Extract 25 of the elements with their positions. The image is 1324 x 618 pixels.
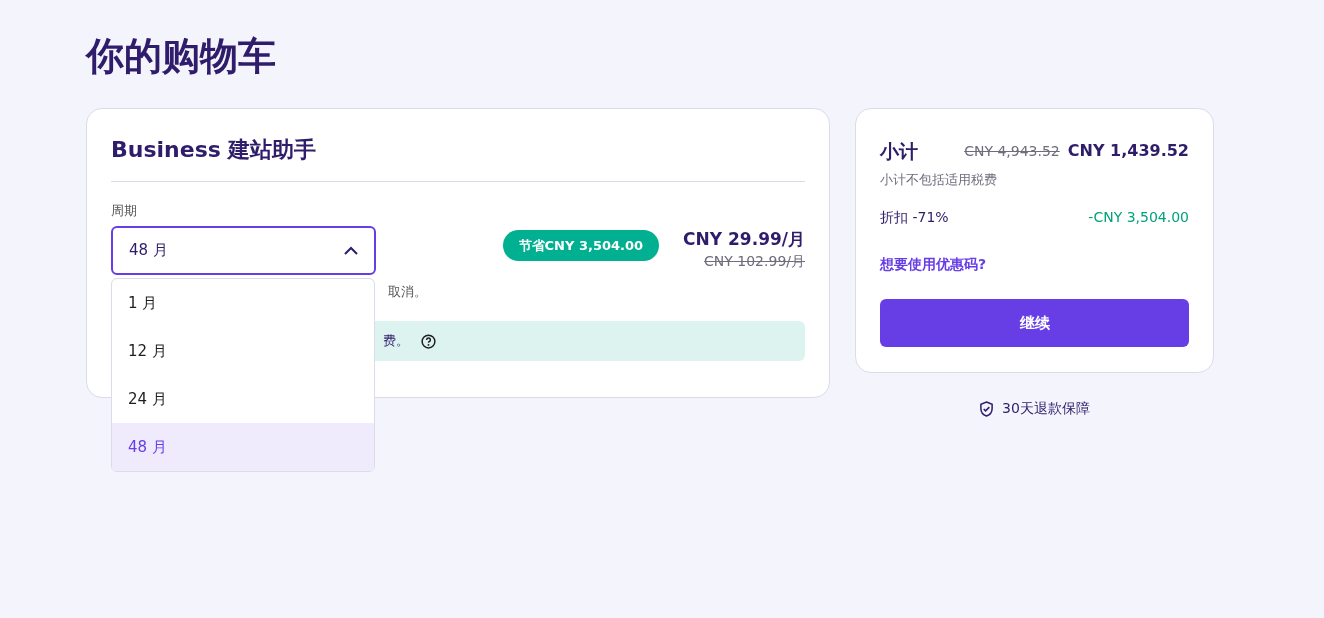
product-title: Business 建站助手 <box>111 136 318 164</box>
field-label: 周期 <box>111 202 138 220</box>
banner-text: 费。 <box>383 332 409 351</box>
page-title: 你的购物车 <box>86 33 277 80</box>
continue-button[interactable]: 继续 <box>880 299 1189 347</box>
tax-note: 小计不包括适用税费 <box>880 170 998 189</box>
guarantee-text: 30天退款保障 <box>1002 399 1090 418</box>
old-total: CNY 4,943.52 <box>964 141 1060 161</box>
price: CNY 29.99/月 <box>683 228 805 251</box>
dropdown-option[interactable]: 48 月 <box>112 423 374 471</box>
savings-badge: 节省CNY 3,504.00 <box>502 230 660 261</box>
chevron-icon <box>344 246 358 255</box>
help-icon[interactable] <box>421 333 436 349</box>
period-select[interactable]: 48 月 <box>111 226 376 275</box>
total: CNY 1,439.52 <box>1067 140 1189 163</box>
shield-check-icon <box>979 400 995 417</box>
dropdown-option[interactable]: 24 月 <box>112 375 374 423</box>
discount-label: 折扣 -71% <box>880 208 949 227</box>
dropdown-option[interactable]: 1 月 <box>112 279 374 327</box>
coupon-link[interactable]: 想要使用优惠码? <box>880 254 1189 275</box>
old-price: CNY 102.99/月 <box>704 252 805 271</box>
discount-value: -CNY 3,504.00 <box>1088 208 1189 227</box>
dropdown-option[interactable]: 12 月 <box>112 327 374 375</box>
billing-note: 取消。 <box>388 284 427 299</box>
subtotal-title: 小计 <box>880 139 918 164</box>
